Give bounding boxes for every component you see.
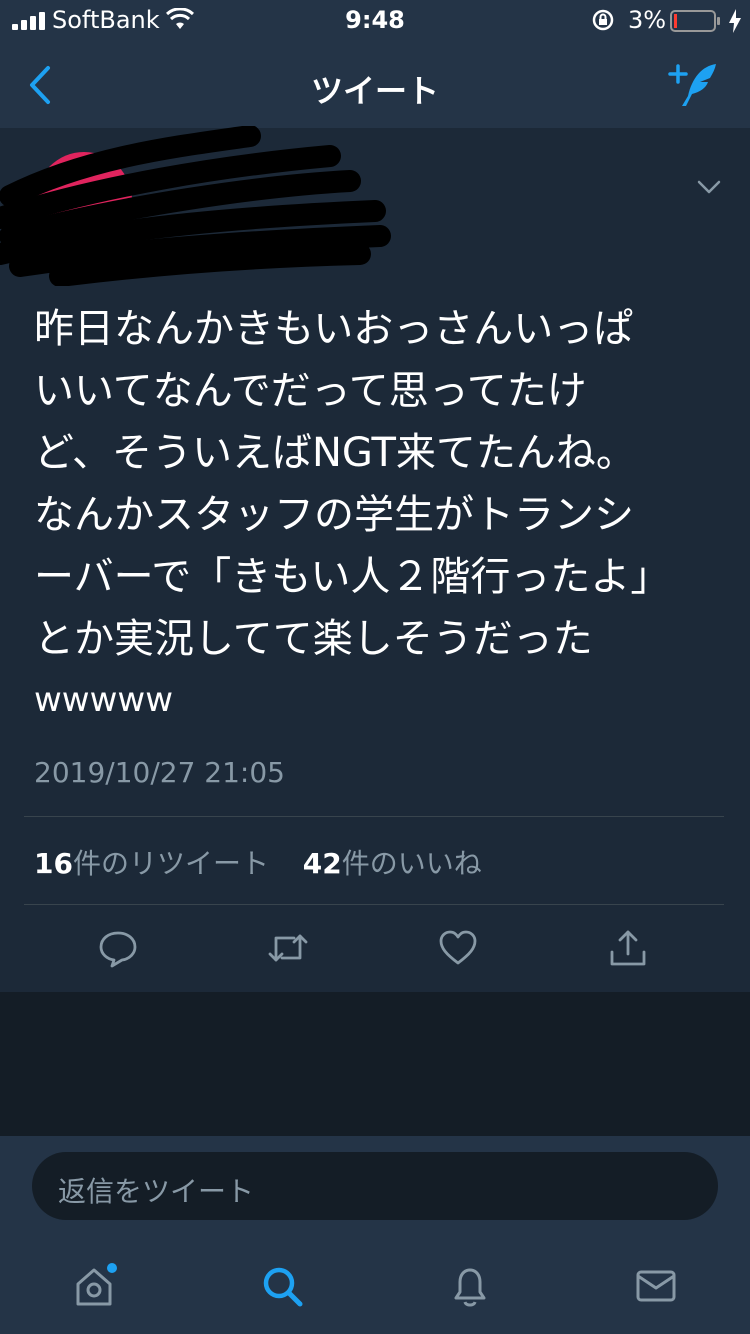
retweet-button[interactable]	[258, 918, 318, 978]
tweet-stats: 16件のリツイート 42件のいいね	[34, 842, 482, 882]
reply-placeholder: 返信をツイート	[58, 1175, 255, 1208]
tweet-options-button[interactable]	[694, 172, 724, 202]
home-icon	[76, 1263, 117, 1306]
like-button[interactable]	[428, 918, 488, 978]
tweet-text: 昨日なんかきもいおっさんいっぱ いいてなんでだって思ってたけ ど、そういえばNG…	[34, 298, 724, 670]
battery-percent: 3%	[628, 6, 667, 34]
tab-notifications[interactable]	[440, 1256, 500, 1316]
retweet-label: 件のリツイート	[72, 847, 269, 880]
compose-tweet-button[interactable]	[666, 60, 722, 110]
tweet-line: とか実況してて楽しそうだった	[34, 616, 593, 662]
tweet-line: なんかスタッフの学生がトランシ	[34, 492, 634, 538]
chevron-down-icon	[697, 180, 721, 194]
retweet-icon	[268, 934, 308, 962]
heart-icon	[439, 930, 477, 965]
search-icon	[263, 1267, 303, 1307]
divider	[24, 816, 724, 817]
like-count: 42	[302, 847, 342, 880]
bell-icon	[454, 1268, 486, 1307]
share-icon	[610, 930, 646, 966]
reply-icon	[99, 931, 137, 968]
tweet-line: ど、そういえばNGT来てたんね。	[34, 430, 636, 476]
tweet-timestamp: 2019/10/27 21:05	[34, 756, 285, 789]
page-title: ツイート	[310, 72, 439, 110]
reply-button[interactable]	[88, 918, 148, 978]
like-label: 件のいいね	[341, 847, 482, 880]
tweet-text-tail: wwwww	[34, 680, 174, 720]
envelope-icon	[636, 1270, 676, 1302]
share-button[interactable]	[598, 918, 658, 978]
tweet-line: いいてなんでだって思ってたけ	[34, 368, 587, 414]
tweet-line: ーバーで「きもい人２階行ったよ」	[34, 554, 671, 600]
tab-home[interactable]	[64, 1256, 124, 1316]
tab-search[interactable]	[252, 1256, 312, 1316]
like-stat[interactable]: 42件のいいね	[303, 847, 482, 880]
charging-icon	[728, 9, 742, 37]
retweet-stat[interactable]: 16件のリツイート	[34, 847, 269, 880]
status-bar: SoftBank 9:48 3%	[0, 0, 750, 42]
compose-tweet-icon	[668, 64, 716, 106]
tab-messages[interactable]	[626, 1256, 686, 1316]
retweet-count: 16	[34, 847, 73, 880]
divider	[24, 904, 724, 905]
navigation-bar: ツイート	[0, 42, 750, 128]
battery-icon	[670, 10, 722, 36]
redacted-author	[0, 125, 400, 287]
tweet-line: 昨日なんかきもいおっさんいっぱ	[34, 306, 634, 352]
orientation-lock-icon	[592, 9, 614, 35]
